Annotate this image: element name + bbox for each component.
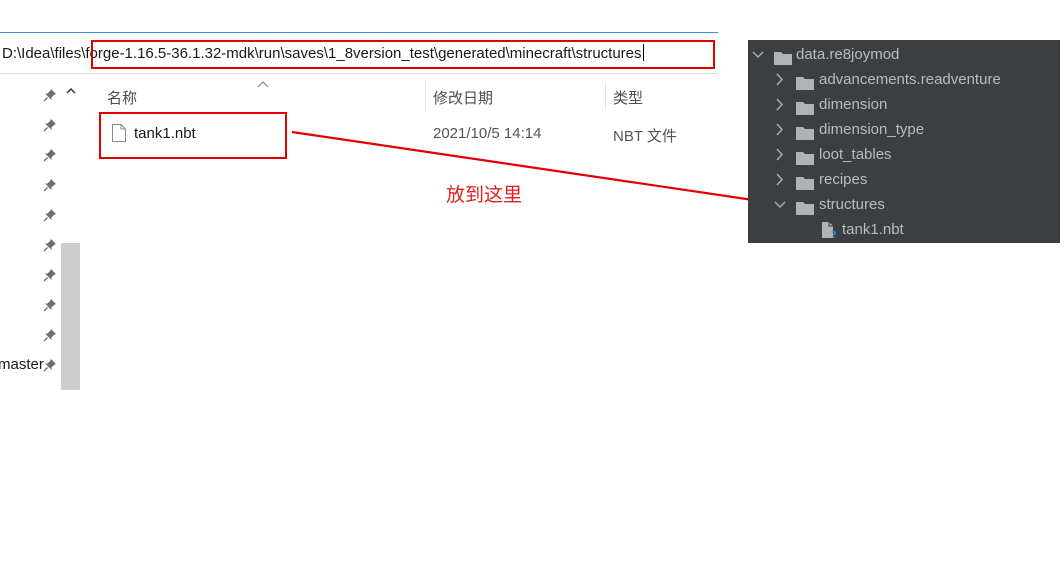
project-tree-panel: data.re8joymod advancements.readventure … [748,40,1060,243]
sidebar-item-label[interactable]: master [0,356,44,373]
file-explorer: D:\Idea\files\forge-1.16.5-36.1.32-mdk\r… [0,0,720,395]
address-prefix: D:\Idea\files\ [2,45,86,62]
annotation-text: 放到这里 [446,184,523,206]
pin-icon[interactable] [43,328,57,342]
pin-icon[interactable] [43,238,57,252]
pin-icon[interactable] [43,88,57,102]
column-header-name[interactable]: 名称 [107,87,137,108]
tree-item-recipes[interactable]: recipes [748,167,1060,192]
file-type: NBT 文件 [613,128,677,145]
chevron-right-icon[interactable] [774,167,786,192]
pin-icon[interactable] [43,118,57,132]
tree-item-tank1[interactable]: ? tank1.nbt [748,217,1060,242]
file-highlight-box [99,112,287,159]
folder-icon [796,198,814,215]
folder-icon [796,73,814,90]
tree-root-item[interactable]: data.re8joymod [748,42,1060,67]
tree-item-label: structures [819,196,885,213]
tree-item-label: loot_tables [819,146,892,163]
chevron-right-icon[interactable] [774,142,786,167]
folder-icon [796,148,814,165]
column-header-date[interactable]: 修改日期 [433,87,493,108]
chevron-down-icon[interactable] [752,42,764,67]
svg-text:?: ? [831,230,837,239]
tree-item-advancements[interactable]: advancements.readventure [748,67,1060,92]
tree-item-dimension-type[interactable]: dimension_type [748,117,1060,142]
tree-item-label: advancements.readventure [819,71,1001,88]
address-bar-top-border [0,32,718,33]
tree-item-label: tank1.nbt [842,221,904,238]
address-highlight-box [91,40,715,69]
tree-item-label: dimension [819,96,888,113]
folder-icon [796,98,814,115]
tree-item-dimension[interactable]: dimension [748,92,1060,117]
chevron-up-icon[interactable] [64,84,78,98]
pin-icon[interactable] [43,178,57,192]
folder-icon [774,48,792,65]
tree-item-label: recipes [819,171,868,188]
pin-icon[interactable] [43,148,57,162]
file-modified-date: 2021/10/5 14:14 [433,125,542,142]
column-header-type[interactable]: 类型 [613,87,643,108]
address-bar-bottom-border [0,73,718,74]
sort-ascending-icon [256,76,270,88]
column-divider[interactable] [605,82,606,110]
tree-item-label: dimension_type [819,121,925,138]
tree-item-loot-tables[interactable]: loot_tables [748,142,1060,167]
pin-icon[interactable] [43,358,57,372]
column-divider[interactable] [425,82,426,110]
chevron-down-icon[interactable] [774,192,786,217]
tree-item-structures[interactable]: structures [748,192,1060,217]
tree-root-label: data.re8joymod [796,46,900,63]
pin-icon[interactable] [43,208,57,222]
scrollbar-thumb[interactable] [61,243,80,390]
pin-icon[interactable] [43,298,57,312]
folder-icon [796,123,814,140]
pin-icon[interactable] [43,268,57,282]
folder-icon [796,173,814,190]
chevron-right-icon[interactable] [774,92,786,117]
unknown-file-icon: ? [820,221,840,241]
chevron-right-icon[interactable] [774,117,786,142]
chevron-right-icon[interactable] [774,67,786,92]
